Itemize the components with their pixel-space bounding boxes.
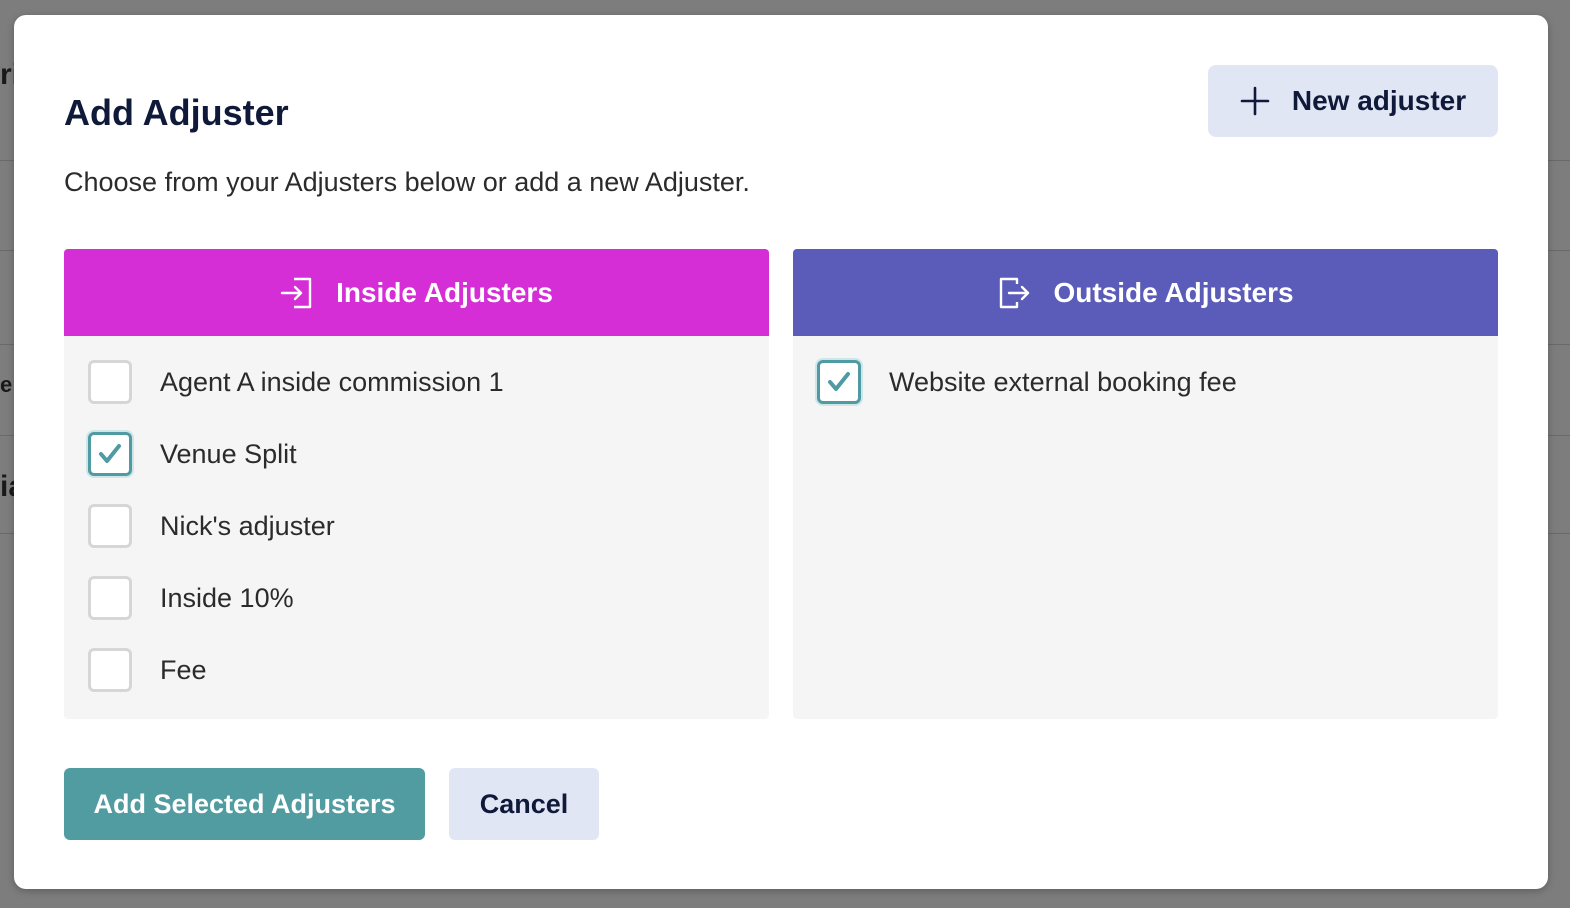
outside-adjusters-header: Outside Adjusters — [793, 249, 1498, 336]
cancel-button[interactable]: Cancel — [449, 768, 599, 840]
new-adjuster-button[interactable]: New adjuster — [1208, 65, 1498, 137]
dialog-title: Add Adjuster — [64, 92, 289, 133]
dialog-subtitle: Choose from your Adjusters below or add … — [64, 167, 750, 197]
inside-adjusters-panel: Inside Adjusters Agent A inside commissi… — [64, 249, 769, 719]
adjuster-checkbox[interactable] — [817, 360, 861, 404]
adjuster-label: Website external booking fee — [889, 367, 1237, 397]
adjuster-checkbox[interactable] — [88, 432, 132, 476]
adjuster-list-item[interactable]: Venue Split — [88, 432, 769, 504]
adjuster-list-item[interactable]: Fee — [88, 648, 769, 719]
plus-icon — [1240, 86, 1270, 116]
adjuster-label: Inside 10% — [160, 583, 294, 613]
background-divider — [1548, 533, 1570, 534]
inside-adjusters-list: Agent A inside commission 1 Venue Split Ni… — [64, 336, 769, 719]
sign-out-icon — [1000, 277, 1030, 308]
adjuster-list-item[interactable]: Nick's adjuster — [88, 504, 769, 576]
inside-adjusters-title: Inside Adjusters — [336, 276, 553, 308]
adjuster-list-item[interactable]: Agent A inside commission 1 — [88, 360, 769, 432]
add-adjuster-dialog: Add Adjuster New adjuster Choose from yo… — [14, 15, 1548, 889]
new-adjuster-label: New adjuster — [1291, 85, 1467, 116]
adjuster-label: Nick's adjuster — [160, 511, 335, 541]
add-selected-adjusters-button[interactable]: Add Selected Adjusters — [64, 768, 425, 840]
inside-adjusters-header: Inside Adjusters — [64, 249, 769, 336]
checkmark-icon — [828, 372, 850, 391]
background-divider — [0, 435, 14, 436]
background-divider — [0, 533, 14, 534]
adjuster-list-item[interactable]: Inside 10% — [88, 576, 769, 648]
outside-adjusters-list: Website external booking fee — [793, 336, 1498, 432]
adjuster-checkbox[interactable] — [88, 648, 132, 692]
outside-adjusters-title: Outside Adjusters — [1053, 276, 1294, 308]
sign-in-icon — [280, 277, 312, 308]
background-divider — [1548, 250, 1570, 251]
background-divider — [1548, 344, 1570, 345]
adjuster-checkbox[interactable] — [88, 576, 132, 620]
outside-adjusters-panel: Outside Adjusters Website external booki… — [793, 249, 1498, 719]
adjuster-list-item[interactable]: Website external booking fee — [817, 360, 1498, 432]
background-text-fragment: e — [0, 372, 13, 397]
adjuster-checkbox[interactable] — [88, 504, 132, 548]
background-divider — [0, 344, 14, 345]
background-divider — [0, 250, 14, 251]
checkmark-icon — [99, 444, 121, 463]
adjuster-label: Agent A inside commission 1 — [160, 367, 504, 397]
adjuster-checkbox[interactable] — [88, 360, 132, 404]
background-divider — [1548, 160, 1570, 161]
background-divider — [0, 160, 14, 161]
adjuster-label: Fee — [160, 655, 207, 685]
background-divider — [1548, 435, 1570, 436]
adjuster-label: Venue Split — [160, 439, 297, 469]
